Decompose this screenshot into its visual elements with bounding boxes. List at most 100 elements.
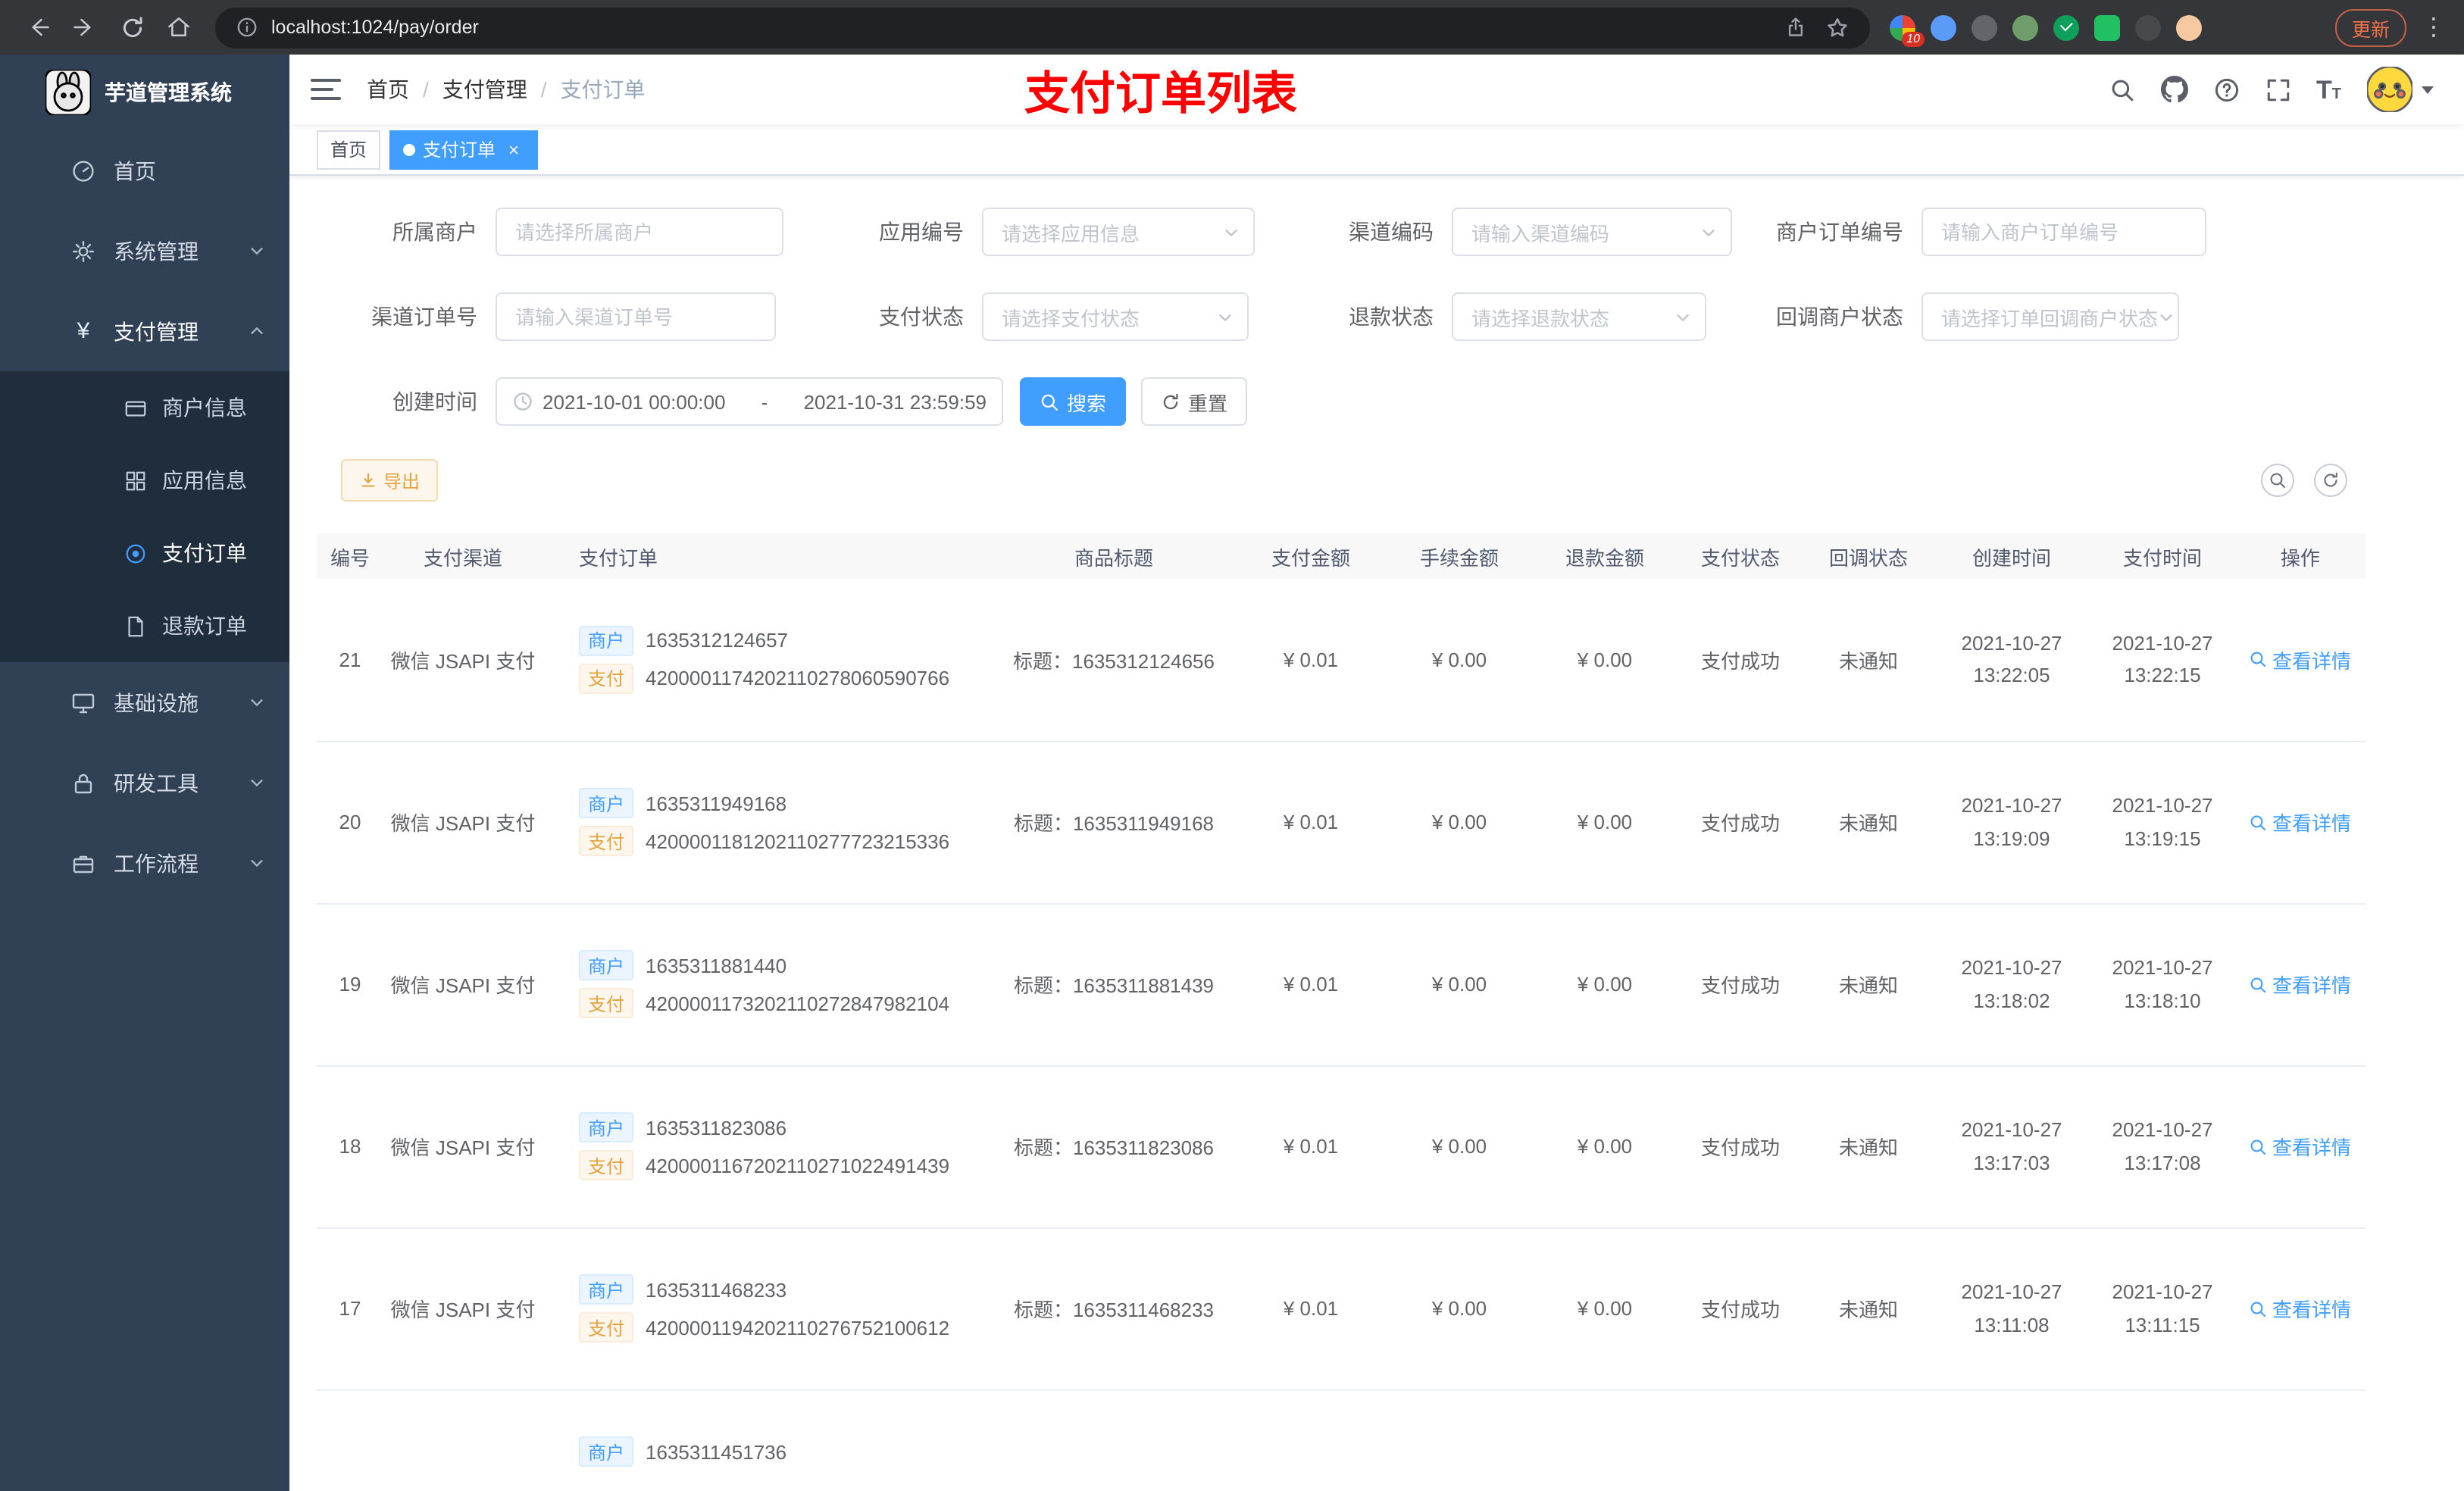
table-row: 17 微信 JSAPI 支付 商户 1635311468233 支付 42000…: [317, 1227, 2366, 1390]
reload-icon[interactable]: [112, 8, 152, 47]
site-info-icon[interactable]: [236, 17, 258, 38]
pay-order-no: 4200001167202110271022491439: [646, 1154, 950, 1177]
extension-icon[interactable]: [2094, 14, 2120, 40]
cell-refund: [1532, 1389, 1678, 1491]
filter-label: 应用编号: [879, 220, 964, 244]
sidebar-item-label: 支付订单: [162, 541, 247, 565]
app-select[interactable]: 请选择应用信息: [982, 208, 1255, 256]
sidebar-item-label: 商户信息: [162, 395, 247, 420]
view-detail-link[interactable]: 查看详情: [2250, 970, 2351, 999]
sidebar-item-app-info[interactable]: 应用信息: [0, 444, 289, 517]
view-detail-link[interactable]: 查看详情: [2250, 645, 2351, 674]
cell-actions: 查看详情: [2235, 1227, 2366, 1390]
cell-pay-time: 2021-10-27 13:18:10: [2090, 903, 2235, 1066]
cell-title: 标题：1635311949168: [993, 741, 1235, 904]
cell-refund: ¥ 0.00: [1532, 741, 1678, 904]
cell-refund: ¥ 0.00: [1532, 903, 1678, 1066]
pay-status-select[interactable]: 请选择支付状态: [982, 292, 1249, 341]
export-button[interactable]: 导出: [341, 459, 439, 502]
sidebar-item-pay-order[interactable]: 支付订单: [0, 517, 289, 589]
cell-create-time: [1934, 1389, 2090, 1491]
sidebar-toggle-icon[interactable]: [311, 79, 341, 100]
chevron-down-icon: [1674, 308, 1691, 325]
back-icon[interactable]: [18, 8, 58, 47]
search-button[interactable]: 搜索: [1020, 377, 1126, 426]
help-icon[interactable]: [2213, 77, 2239, 102]
home-icon[interactable]: [159, 8, 199, 47]
reset-button[interactable]: 重置: [1141, 377, 1247, 426]
browser-update-button[interactable]: 更新: [2334, 8, 2406, 46]
sidebar-item-devtools[interactable]: 研发工具: [0, 742, 289, 823]
search-icon: [1040, 392, 1059, 411]
cell-pay-status: 支付成功: [1678, 1227, 1803, 1390]
channel-order-no-input[interactable]: [496, 292, 776, 341]
cell-pay-status: 支付成功: [1678, 1065, 1803, 1228]
cell-fee: ¥ 0.00: [1387, 1227, 1532, 1390]
profile-avatar[interactable]: [2176, 14, 2202, 40]
sidebar-item-refund-order[interactable]: 退款订单: [0, 589, 289, 662]
close-icon[interactable]: ×: [503, 139, 524, 160]
column-header: 支付时间: [2090, 533, 2235, 579]
payment-submenu: 商户信息 应用信息 支付订单 退款订单: [0, 371, 289, 662]
user-menu[interactable]: [2367, 67, 2434, 112]
active-dot: [403, 143, 416, 155]
view-detail-link[interactable]: 查看详情: [2250, 1294, 2351, 1323]
merchant-input[interactable]: [496, 208, 783, 256]
cell-id: 21: [317, 579, 383, 742]
sidebar-item-merchant-info[interactable]: 商户信息: [0, 371, 289, 444]
column-header: 支付订单: [543, 533, 993, 579]
breadcrumb-pay[interactable]: 支付管理: [442, 74, 527, 105]
app-logo[interactable]: 芋道管理系统: [0, 55, 289, 130]
share-icon[interactable]: [1785, 16, 1806, 39]
cell-create-time: 2021-10-27 13:17:03: [1934, 1065, 2090, 1228]
toggle-search-button[interactable]: [2261, 464, 2294, 497]
sidebar-item-workflow[interactable]: 工作流程: [0, 823, 289, 903]
grid-icon: [124, 469, 147, 492]
cell-create-time: 2021-10-27 13:19:09: [1934, 741, 2090, 904]
extension-icon[interactable]: 10: [1890, 14, 1925, 46]
sidebar-item-infra[interactable]: 基础设施: [0, 662, 289, 742]
fullscreen-icon[interactable]: [2265, 77, 2290, 102]
merchant-order-no: 1635312124657: [646, 629, 789, 652]
github-icon[interactable]: [2160, 76, 2187, 103]
filter-label: 支付状态: [879, 305, 964, 329]
extension-icon[interactable]: [2012, 14, 2038, 40]
extension-icon[interactable]: [2053, 14, 2079, 40]
bookmark-star-icon[interactable]: [1826, 16, 1849, 39]
view-detail-link[interactable]: 查看详情: [2250, 1132, 2351, 1161]
column-header: 回调状态: [1803, 533, 1934, 579]
sidebar-item-home[interactable]: 首页: [0, 130, 289, 211]
view-detail-link[interactable]: 查看详情: [2250, 808, 2351, 836]
date-range-picker[interactable]: 2021-10-01 00:00:00 - 2021-10-31 23:59:5…: [496, 377, 1003, 426]
column-header: 创建时间: [1934, 533, 2090, 579]
sidebar-item-payment[interactable]: ¥ 支付管理: [0, 291, 289, 371]
address-bar[interactable]: localhost:1024/pay/order: [215, 7, 1870, 48]
channel-code-select[interactable]: 请输入渠道编码: [1452, 208, 1732, 256]
cell-pay-time: 2021-10-27 13:11:15: [2090, 1227, 2235, 1390]
merchant-order-no: 1635311823086: [646, 1116, 787, 1139]
merchant-order-line: 商户 1635311823086: [579, 1112, 993, 1142]
refresh-table-button[interactable]: [2314, 464, 2347, 497]
forward-icon[interactable]: [65, 8, 105, 47]
font-size-icon[interactable]: TT: [2316, 77, 2341, 102]
notify-status-select[interactable]: 请选择订单回调商户状态: [1921, 292, 2179, 341]
breadcrumb-home[interactable]: 首页: [367, 74, 409, 105]
sidebar-item-system[interactable]: 系统管理: [0, 211, 289, 291]
cell-notify-status: [1803, 1389, 1934, 1491]
extension-icon[interactable]: [1972, 14, 1997, 40]
browser-menu-icon[interactable]: ⋮: [2422, 12, 2446, 42]
merchant-order-no-input[interactable]: [1921, 208, 2206, 256]
cell-actions: [2235, 1389, 2366, 1491]
merchant-badge: 商户: [579, 950, 634, 980]
filter-label: 退款状态: [1349, 305, 1434, 329]
cell-channel: 微信 JSAPI 支付: [383, 741, 543, 904]
tab-home[interactable]: 首页: [317, 130, 381, 169]
extension-icon[interactable]: [2135, 14, 2161, 40]
refund-status-select[interactable]: 请选择退款状态: [1452, 292, 1706, 341]
merchant-order-line: 商户 1635311468233: [579, 1274, 993, 1305]
tab-pay-order[interactable]: 支付订单 ×: [389, 130, 539, 169]
search-icon[interactable]: [2109, 77, 2134, 102]
extension-icon[interactable]: [1931, 14, 1956, 40]
card-icon: [124, 396, 147, 419]
pay-order-no: 4200001174202110278060590766: [646, 667, 950, 690]
